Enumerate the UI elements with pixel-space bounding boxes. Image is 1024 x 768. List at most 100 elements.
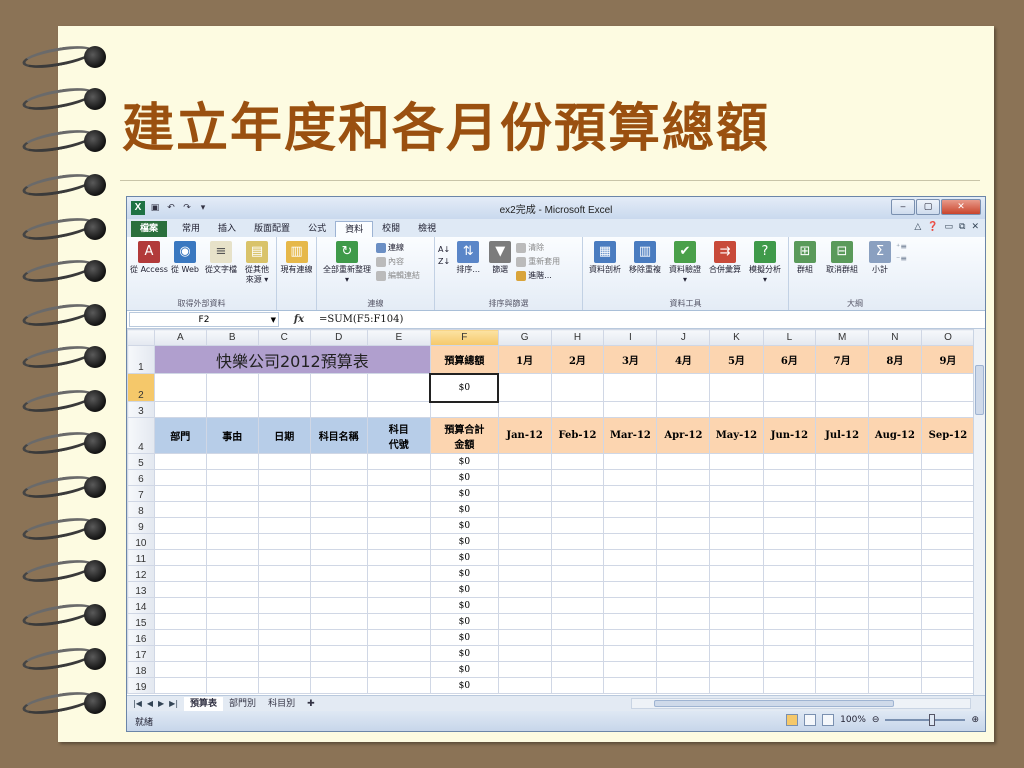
cell[interactable]	[603, 469, 658, 486]
cell[interactable]	[366, 485, 431, 502]
header-department[interactable]: 部門	[153, 417, 207, 454]
column-header[interactable]: D	[309, 329, 368, 346]
cell[interactable]	[815, 645, 869, 662]
cell[interactable]	[867, 485, 922, 502]
cell[interactable]	[497, 677, 552, 694]
cell[interactable]	[366, 661, 431, 678]
cell[interactable]	[497, 401, 552, 418]
page-layout-view-icon[interactable]	[804, 714, 817, 726]
cell[interactable]	[762, 501, 817, 518]
cell[interactable]	[920, 629, 975, 646]
cell[interactable]	[309, 565, 368, 582]
cell[interactable]	[709, 629, 764, 646]
scroll-thumb[interactable]	[975, 365, 984, 415]
budget-amount-cell[interactable]: $0	[429, 629, 499, 646]
cell[interactable]	[257, 661, 311, 678]
restore-button[interactable]: ▢	[916, 199, 940, 215]
cell[interactable]	[497, 453, 552, 470]
header-month[interactable]: Aug-12	[867, 417, 922, 454]
cell[interactable]	[603, 613, 658, 630]
cell[interactable]	[709, 469, 764, 486]
sort-descending-button[interactable]: Z↓	[438, 257, 450, 266]
row-header[interactable]: 2	[127, 373, 155, 402]
cell[interactable]	[656, 373, 711, 402]
cell[interactable]	[603, 501, 658, 518]
cell[interactable]	[497, 501, 552, 518]
cell[interactable]	[257, 597, 311, 614]
cell[interactable]	[920, 613, 975, 630]
cell[interactable]	[366, 453, 431, 470]
cell[interactable]	[603, 517, 658, 534]
month-label[interactable]: 8月	[867, 345, 922, 374]
cell[interactable]	[309, 501, 368, 518]
cell[interactable]	[205, 645, 259, 662]
zoom-out-icon[interactable]: ⊖	[872, 715, 880, 725]
cell[interactable]	[815, 533, 869, 550]
header-month[interactable]: Feb-12	[550, 417, 605, 454]
cell[interactable]	[366, 373, 431, 402]
doc-minimize-icon[interactable]: ▭	[945, 222, 954, 232]
prev-sheet-icon[interactable]: ◀	[147, 699, 153, 708]
column-header[interactable]: M	[815, 329, 869, 346]
header-budget-amount[interactable]: 預算合計 金額	[429, 417, 499, 454]
name-box[interactable]: F2 ▼	[129, 312, 279, 327]
cell[interactable]	[815, 401, 869, 418]
column-header[interactable]: J	[656, 329, 711, 346]
cell[interactable]	[815, 517, 869, 534]
cell[interactable]	[603, 677, 658, 694]
cell[interactable]	[867, 565, 922, 582]
cell[interactable]	[205, 597, 259, 614]
column-header[interactable]: E	[366, 329, 431, 346]
cell[interactable]	[550, 565, 605, 582]
zoom-knob[interactable]	[929, 714, 936, 726]
cell[interactable]	[205, 453, 259, 470]
cell[interactable]	[497, 373, 552, 402]
advanced-button[interactable]: 進階...	[516, 270, 560, 281]
cell[interactable]	[153, 373, 207, 402]
budget-amount-cell[interactable]: $0	[429, 597, 499, 614]
zoom-slider[interactable]	[885, 714, 966, 726]
cell[interactable]	[205, 581, 259, 598]
cell[interactable]	[309, 533, 368, 550]
row-header[interactable]: 8	[127, 501, 155, 518]
row-header[interactable]: 17	[127, 645, 155, 662]
cell[interactable]	[550, 645, 605, 662]
cell[interactable]	[762, 373, 817, 402]
row-header[interactable]: 12	[127, 565, 155, 582]
cell[interactable]	[709, 517, 764, 534]
cell[interactable]	[153, 565, 207, 582]
cell[interactable]	[603, 401, 658, 418]
scroll-thumb[interactable]	[654, 700, 894, 707]
cell[interactable]	[709, 485, 764, 502]
cell[interactable]	[309, 677, 368, 694]
header-month[interactable]: Apr-12	[656, 417, 711, 454]
cell[interactable]	[309, 469, 368, 486]
cell[interactable]	[815, 485, 869, 502]
cell[interactable]	[153, 469, 207, 486]
cell[interactable]	[205, 401, 259, 418]
cell[interactable]	[205, 485, 259, 502]
cell[interactable]	[603, 373, 658, 402]
budget-amount-cell[interactable]: $0	[429, 645, 499, 662]
column-header[interactable]: C	[257, 329, 311, 346]
show-detail-icon[interactable]: ⁺≡	[896, 242, 907, 251]
cell[interactable]	[656, 469, 711, 486]
budget-amount-cell[interactable]: $0	[429, 677, 499, 694]
row-header[interactable]: 10	[127, 533, 155, 550]
cell[interactable]	[603, 533, 658, 550]
cell[interactable]	[603, 485, 658, 502]
budget-amount-cell[interactable]: $0	[429, 613, 499, 630]
clear-button[interactable]: 清除	[516, 242, 560, 253]
budget-amount-cell[interactable]: $0	[429, 485, 499, 502]
cell[interactable]	[815, 581, 869, 598]
row-header[interactable]: 13	[127, 581, 155, 598]
cell[interactable]	[205, 613, 259, 630]
tab-review[interactable]: 校閱	[373, 221, 409, 237]
tab-data[interactable]: 資料	[335, 221, 374, 237]
tab-formulas[interactable]: 公式	[299, 221, 335, 237]
column-header[interactable]: L	[762, 329, 817, 346]
cell[interactable]	[153, 613, 207, 630]
hide-detail-icon[interactable]: ⁻≡	[896, 254, 907, 263]
vertical-scrollbar[interactable]	[973, 329, 985, 695]
tab-insert[interactable]: 插入	[209, 221, 245, 237]
